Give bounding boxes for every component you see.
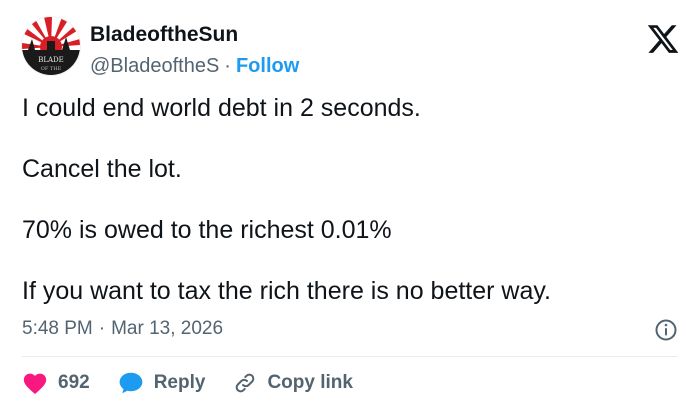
handle-row: @BladeoftheS · Follow xyxy=(90,54,299,78)
action-bar: 692 Reply Copy link xyxy=(22,368,381,398)
like-button[interactable]: 692 xyxy=(22,371,90,395)
link-icon xyxy=(236,373,255,393)
tweet-line-3: 70% is owed to the richest 0.01% xyxy=(22,216,392,244)
handle-separator: · xyxy=(224,55,231,77)
avatar-image: BLADE OF THE xyxy=(22,17,80,75)
info-icon[interactable] xyxy=(654,318,678,342)
reply-label: Reply xyxy=(153,372,206,393)
follow-button[interactable]: Follow xyxy=(236,55,299,77)
divider xyxy=(22,356,678,357)
reply-button[interactable]: Reply xyxy=(118,371,206,395)
speech-bubble-icon xyxy=(119,372,143,394)
tweet-card: BLADE OF THE BladeoftheSun @BladeoftheS ·… xyxy=(0,0,700,410)
heart-icon xyxy=(23,373,47,395)
avatar-text-2: OF THE xyxy=(41,66,62,72)
user-handle[interactable]: @BladeoftheS xyxy=(90,55,219,77)
x-logo-icon[interactable] xyxy=(646,22,680,56)
avatar-text-1: BLADE xyxy=(38,56,64,64)
like-count: 692 xyxy=(58,372,90,393)
tweet-text: I could end world debt in 2 seconds. Can… xyxy=(22,92,682,307)
tweet-date: Mar 13, 2026 xyxy=(111,318,224,339)
tweet-line-2: Cancel the lot. xyxy=(22,155,182,183)
tweet-line-1: I could end world debt in 2 seconds. xyxy=(22,94,421,122)
copy-link-button[interactable]: Copy link xyxy=(233,371,353,395)
avatar[interactable]: BLADE OF THE xyxy=(22,17,80,75)
display-name[interactable]: BladeoftheSun xyxy=(90,22,299,48)
copy-link-label: Copy link xyxy=(267,372,353,393)
tweet-line-4: If you want to tax the rich there is no … xyxy=(22,277,551,305)
user-info: BladeoftheSun @BladeoftheS · Follow xyxy=(90,22,299,78)
tweet-time: 5:48 PM xyxy=(22,318,93,339)
timestamp-separator: · xyxy=(98,318,106,339)
timestamp[interactable]: 5:48 PM · Mar 13, 2026 xyxy=(22,316,223,342)
